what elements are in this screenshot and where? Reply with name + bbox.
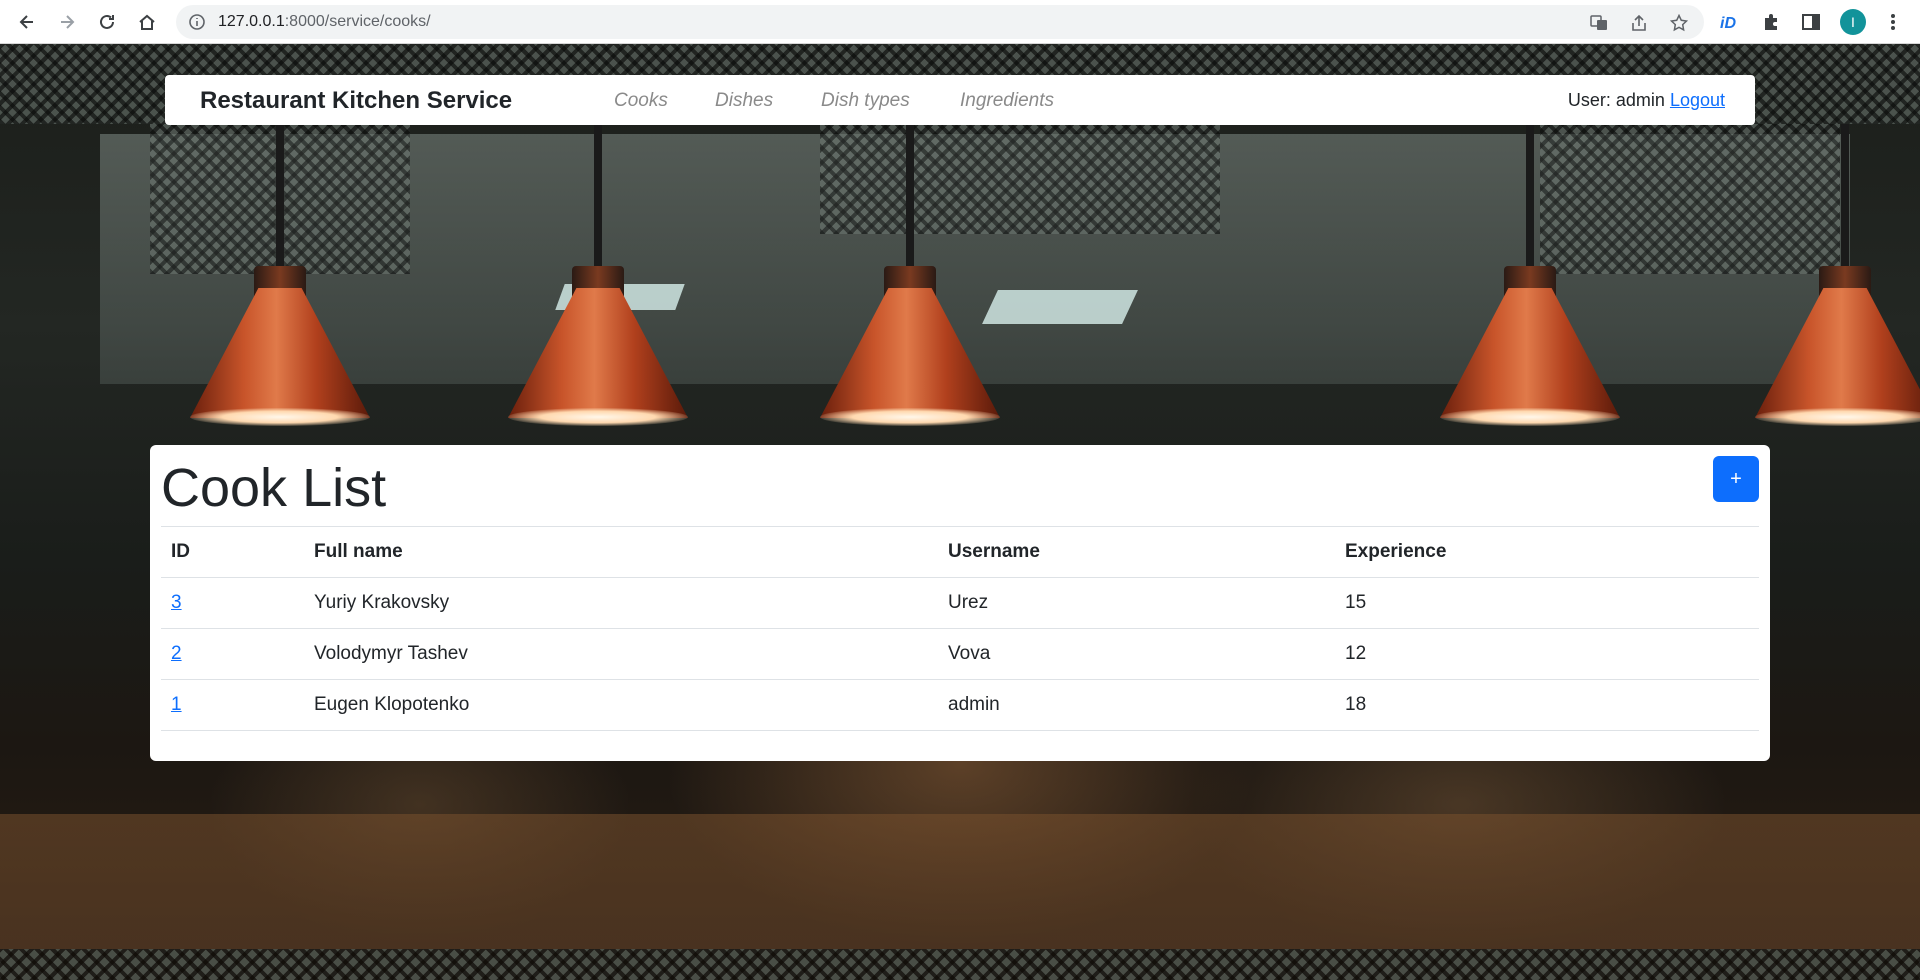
nav-link-cooks[interactable]: Cooks <box>614 90 668 112</box>
forward-icon[interactable] <box>52 7 82 37</box>
nav-link-dish-types[interactable]: Dish types <box>821 90 910 112</box>
site-brand[interactable]: Restaurant Kitchen Service <box>200 87 512 115</box>
id-extension-icon[interactable]: iD <box>1718 9 1744 35</box>
svg-text:iD: iD <box>1720 15 1736 32</box>
cell-username: admin <box>938 679 1335 731</box>
table-header-row: ID Full name Username Experience <box>161 526 1759 578</box>
cook-table: ID Full name Username Experience 3 Yuriy… <box>161 526 1759 731</box>
table-row: 3 Yuriy Krakovsky Urez 15 <box>161 577 1759 629</box>
url-host: 127.0.0.1 <box>218 13 285 30</box>
home-icon[interactable] <box>132 7 162 37</box>
url-path: :8000/service/cooks/ <box>284 13 431 30</box>
cell-username: Vova <box>938 628 1335 680</box>
info-icon[interactable] <box>188 13 206 36</box>
more-vert-icon[interactable] <box>1880 9 1906 35</box>
cell-full-name: Yuriy Krakovsky <box>304 577 938 629</box>
user-info: User: admin Logout <box>1568 90 1725 111</box>
cell-full-name: Volodymyr Tashev <box>304 628 938 680</box>
browser-toolbar: 127.0.0.1:8000/service/cooks/ iD I <box>0 0 1920 44</box>
table-row: 1 Eugen Klopotenko admin 18 <box>161 679 1759 731</box>
site-navbar: Restaurant Kitchen Service Cooks Dishes … <box>165 75 1755 125</box>
address-bar[interactable]: 127.0.0.1:8000/service/cooks/ <box>176 5 1704 39</box>
puzzle-icon[interactable] <box>1758 9 1784 35</box>
column-header-experience: Experience <box>1335 526 1759 578</box>
column-header-username: Username <box>938 526 1335 578</box>
page-title: Cook List <box>161 458 387 518</box>
star-icon[interactable] <box>1668 12 1690 34</box>
cell-id: 1 <box>161 679 304 731</box>
cell-id: 2 <box>161 628 304 680</box>
cook-list-card: Cook List + ID Full name Username Experi… <box>150 445 1770 761</box>
reload-icon[interactable] <box>92 7 122 37</box>
share-icon[interactable] <box>1628 12 1650 34</box>
cook-detail-link[interactable]: 1 <box>171 694 182 715</box>
cell-username: Urez <box>938 577 1335 629</box>
logout-link[interactable]: Logout <box>1670 90 1725 110</box>
cell-experience: 18 <box>1335 679 1759 731</box>
table-row: 2 Volodymyr Tashev Vova 12 <box>161 628 1759 680</box>
profile-avatar[interactable]: I <box>1840 9 1866 35</box>
cell-full-name: Eugen Klopotenko <box>304 679 938 731</box>
side-panel-icon[interactable] <box>1798 9 1824 35</box>
cell-id: 3 <box>161 577 304 629</box>
cook-detail-link[interactable]: 3 <box>171 592 182 613</box>
cell-experience: 15 <box>1335 577 1759 629</box>
nav-link-dishes[interactable]: Dishes <box>715 90 773 112</box>
url-text[interactable]: 127.0.0.1:8000/service/cooks/ <box>218 13 431 31</box>
column-header-id: ID <box>161 526 304 578</box>
translate-icon[interactable] <box>1588 12 1610 34</box>
nav-link-ingredients[interactable]: Ingredients <box>960 90 1054 112</box>
cook-detail-link[interactable]: 2 <box>171 643 182 664</box>
user-label: User: admin <box>1567 90 1665 110</box>
add-cook-button[interactable]: + <box>1713 456 1759 502</box>
cell-experience: 12 <box>1335 628 1759 680</box>
back-icon[interactable] <box>12 7 42 37</box>
column-header-full-name: Full name <box>304 526 938 578</box>
